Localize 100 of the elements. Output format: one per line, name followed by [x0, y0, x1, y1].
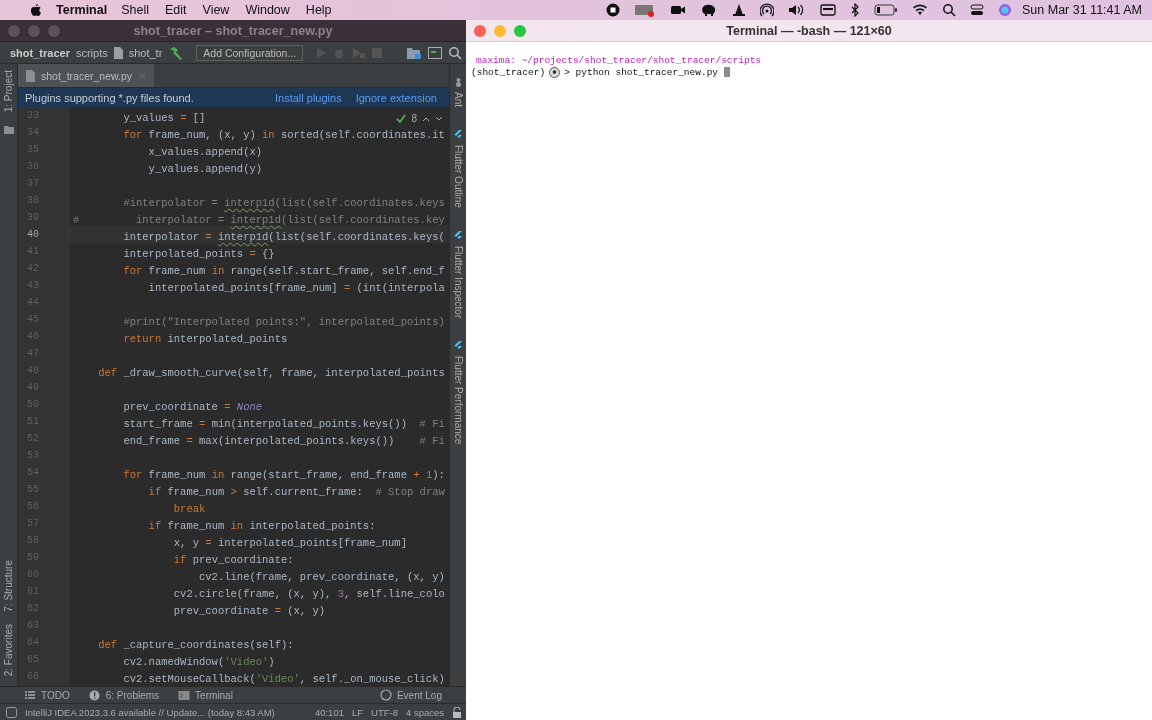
banner-message: Plugins supporting *.py files found. [25, 91, 194, 104]
status-message[interactable]: IntelliJ IDEA 2023.3.6 available // Update... (today 8:43 AM) [25, 706, 275, 718]
code-line: for frame_num in range(start_frame, end_frame + 1): [122, 469, 445, 481]
wifi-icon[interactable] [912, 3, 928, 17]
breadcrumb[interactable]: shot_tracer [10, 46, 70, 59]
speech-bubble-icon[interactable] [379, 689, 392, 701]
code-line: y_values = [] [122, 112, 206, 124]
status-item[interactable]: UTF-8 [371, 706, 398, 718]
info-icon[interactable] [88, 689, 101, 701]
inspection-count[interactable]: 8 [411, 113, 417, 124]
editor-tab[interactable]: shot_tracer_new.py [18, 64, 155, 87]
lock-icon[interactable] [452, 706, 462, 718]
code-line: def _draw_smooth_curve(self, frame, interpolated_points [97, 367, 445, 379]
menu-item[interactable]: Window [245, 3, 290, 17]
status-item[interactable]: 4 spaces [405, 706, 444, 718]
elephant-icon[interactable] [700, 3, 718, 17]
menu-item[interactable]: View [202, 3, 230, 17]
banner-link[interactable]: Ignore extension [355, 91, 437, 104]
terminal-icon[interactable] [178, 689, 191, 701]
status-item[interactable]: LF [351, 706, 364, 718]
code-line: x_values.append(x) [147, 146, 263, 158]
menu-app-name[interactable]: Terminal [56, 3, 108, 17]
orb-icon[interactable] [998, 3, 1012, 17]
check-icon[interactable] [396, 114, 407, 123]
status-item[interactable]: 40:101 [314, 706, 344, 718]
file-icon [26, 69, 35, 82]
square-icon[interactable] [6, 706, 17, 718]
window-title: Terminal — -bash — 121×60 [725, 23, 893, 38]
window-icon[interactable] [428, 46, 442, 59]
menu-item[interactable]: Shell [121, 3, 149, 17]
code-line: start_frame = min(interpolated_points.keys()) # Fi [122, 418, 445, 430]
code-line: for frame_num in range(self.start_frame, self.end_f [122, 265, 445, 277]
clock[interactable]: Sun Mar 31 11:41 AM [1022, 3, 1142, 17]
code-line: #print("Interpolated points:", interpolated_points) [122, 316, 445, 328]
volume-icon[interactable] [788, 3, 806, 17]
ant-icon[interactable] [453, 77, 463, 87]
broadcast-icon[interactable] [760, 3, 774, 17]
display-icon[interactable] [820, 3, 836, 17]
code-line: break [172, 503, 206, 515]
menu-item[interactable]: Help [305, 3, 332, 17]
code-line: cv2.circle(frame, (x, y), 3, self.line_colo [172, 588, 445, 600]
tool-window-tab[interactable]: Flutter Inspector [452, 243, 464, 321]
list-icon[interactable] [24, 689, 36, 701]
line-number: 40 [26, 228, 40, 242]
tool-window-tab[interactable]: 2: Favorites [3, 621, 14, 678]
code-line: interpolator = interp1d(list(self.coordinates.keys( [122, 231, 445, 243]
text-cursor [724, 67, 731, 77]
banner-link[interactable]: Install plugins [275, 91, 342, 104]
environment-name: (shot_tracer) [471, 66, 546, 78]
control-center-icon[interactable] [970, 3, 984, 17]
prompt-path: maxima: ~/projects/shot_tracer/shot_tracer/scripts [476, 54, 762, 66]
folder-icon[interactable] [3, 125, 14, 135]
flutter-icon[interactable] [453, 130, 463, 140]
search-icon[interactable] [942, 3, 956, 17]
cone-icon[interactable] [732, 3, 746, 17]
window-title: shot_tracer – shot_tracer_new.py [132, 23, 334, 38]
chevron-up-icon[interactable] [422, 115, 430, 122]
command-text: > python shot_tracer_new.py [564, 66, 719, 78]
flutter-icon[interactable] [453, 341, 463, 352]
stop-icon[interactable] [606, 3, 620, 17]
project-structure-icon[interactable] [406, 45, 422, 60]
code-line: prev_coordinate = (x, y) [172, 605, 326, 617]
configuration-dropdown[interactable]: Add Configuration... [196, 44, 304, 61]
code-line: if frame_num in interpolated_points: [147, 520, 376, 532]
file-icon [113, 46, 123, 59]
menu-item[interactable]: Edit [164, 3, 187, 17]
tool-window-tab[interactable]: 7: Structure [3, 558, 14, 614]
chevron-down-icon[interactable] [435, 115, 443, 122]
flutter-icon[interactable] [453, 230, 463, 241]
code-line: y_values.append(y) [147, 163, 263, 175]
code-line: for frame_num, (x, y) in sorted(self.coordinates.it [122, 129, 445, 141]
window-control[interactable] [474, 24, 486, 37]
tool-tab[interactable]: 6: Problems [105, 689, 160, 701]
battery-icon[interactable] [874, 3, 898, 17]
code-line: cv2.line(frame, prev_coordinate, (x, y) [198, 571, 445, 583]
breadcrumb[interactable]: shot_tr [128, 46, 163, 59]
code-line: # interpolator = interp1d(list(self.coordinates.key [73, 214, 445, 226]
code-line: #interpolator = interp1d(list(self.coordinates.keys [122, 197, 445, 209]
code-line: interpolated_points = {} [122, 248, 275, 260]
tool-window-tab[interactable]: Ant [452, 90, 464, 109]
breadcrumb[interactable]: scripts [75, 46, 108, 59]
video-camera-icon[interactable] [670, 3, 686, 17]
code-line: end_frame = max(interpolated_points.keys()) # Fi [122, 435, 445, 447]
tool-window-tab[interactable]: 1: Project [3, 68, 14, 115]
tool-tab[interactable]: Event Log [396, 689, 442, 701]
code-line: x, y = interpolated_points[frame_num] [172, 537, 407, 549]
tool-tab[interactable]: Terminal [195, 689, 233, 701]
tool-window-tab[interactable]: Flutter Outline [452, 143, 464, 210]
tool-tab[interactable]: TODO [41, 689, 70, 701]
code-line: return interpolated_points [122, 333, 288, 345]
apple-logo-icon[interactable] [30, 3, 42, 17]
code-line: prev_coordinate = None [122, 401, 263, 413]
search-icon[interactable] [448, 45, 462, 60]
tab-label: shot_tracer_new.py [41, 69, 133, 82]
code-line: cv2.setMouseCallback('Video', self._on_mouse_click) [122, 673, 445, 685]
card-icon[interactable] [634, 3, 656, 17]
tool-window-tab[interactable]: Flutter Performance [452, 354, 464, 447]
soccer-ball-icon [549, 66, 561, 78]
bluetooth-icon[interactable] [850, 3, 860, 17]
hammer-icon[interactable] [168, 45, 185, 60]
